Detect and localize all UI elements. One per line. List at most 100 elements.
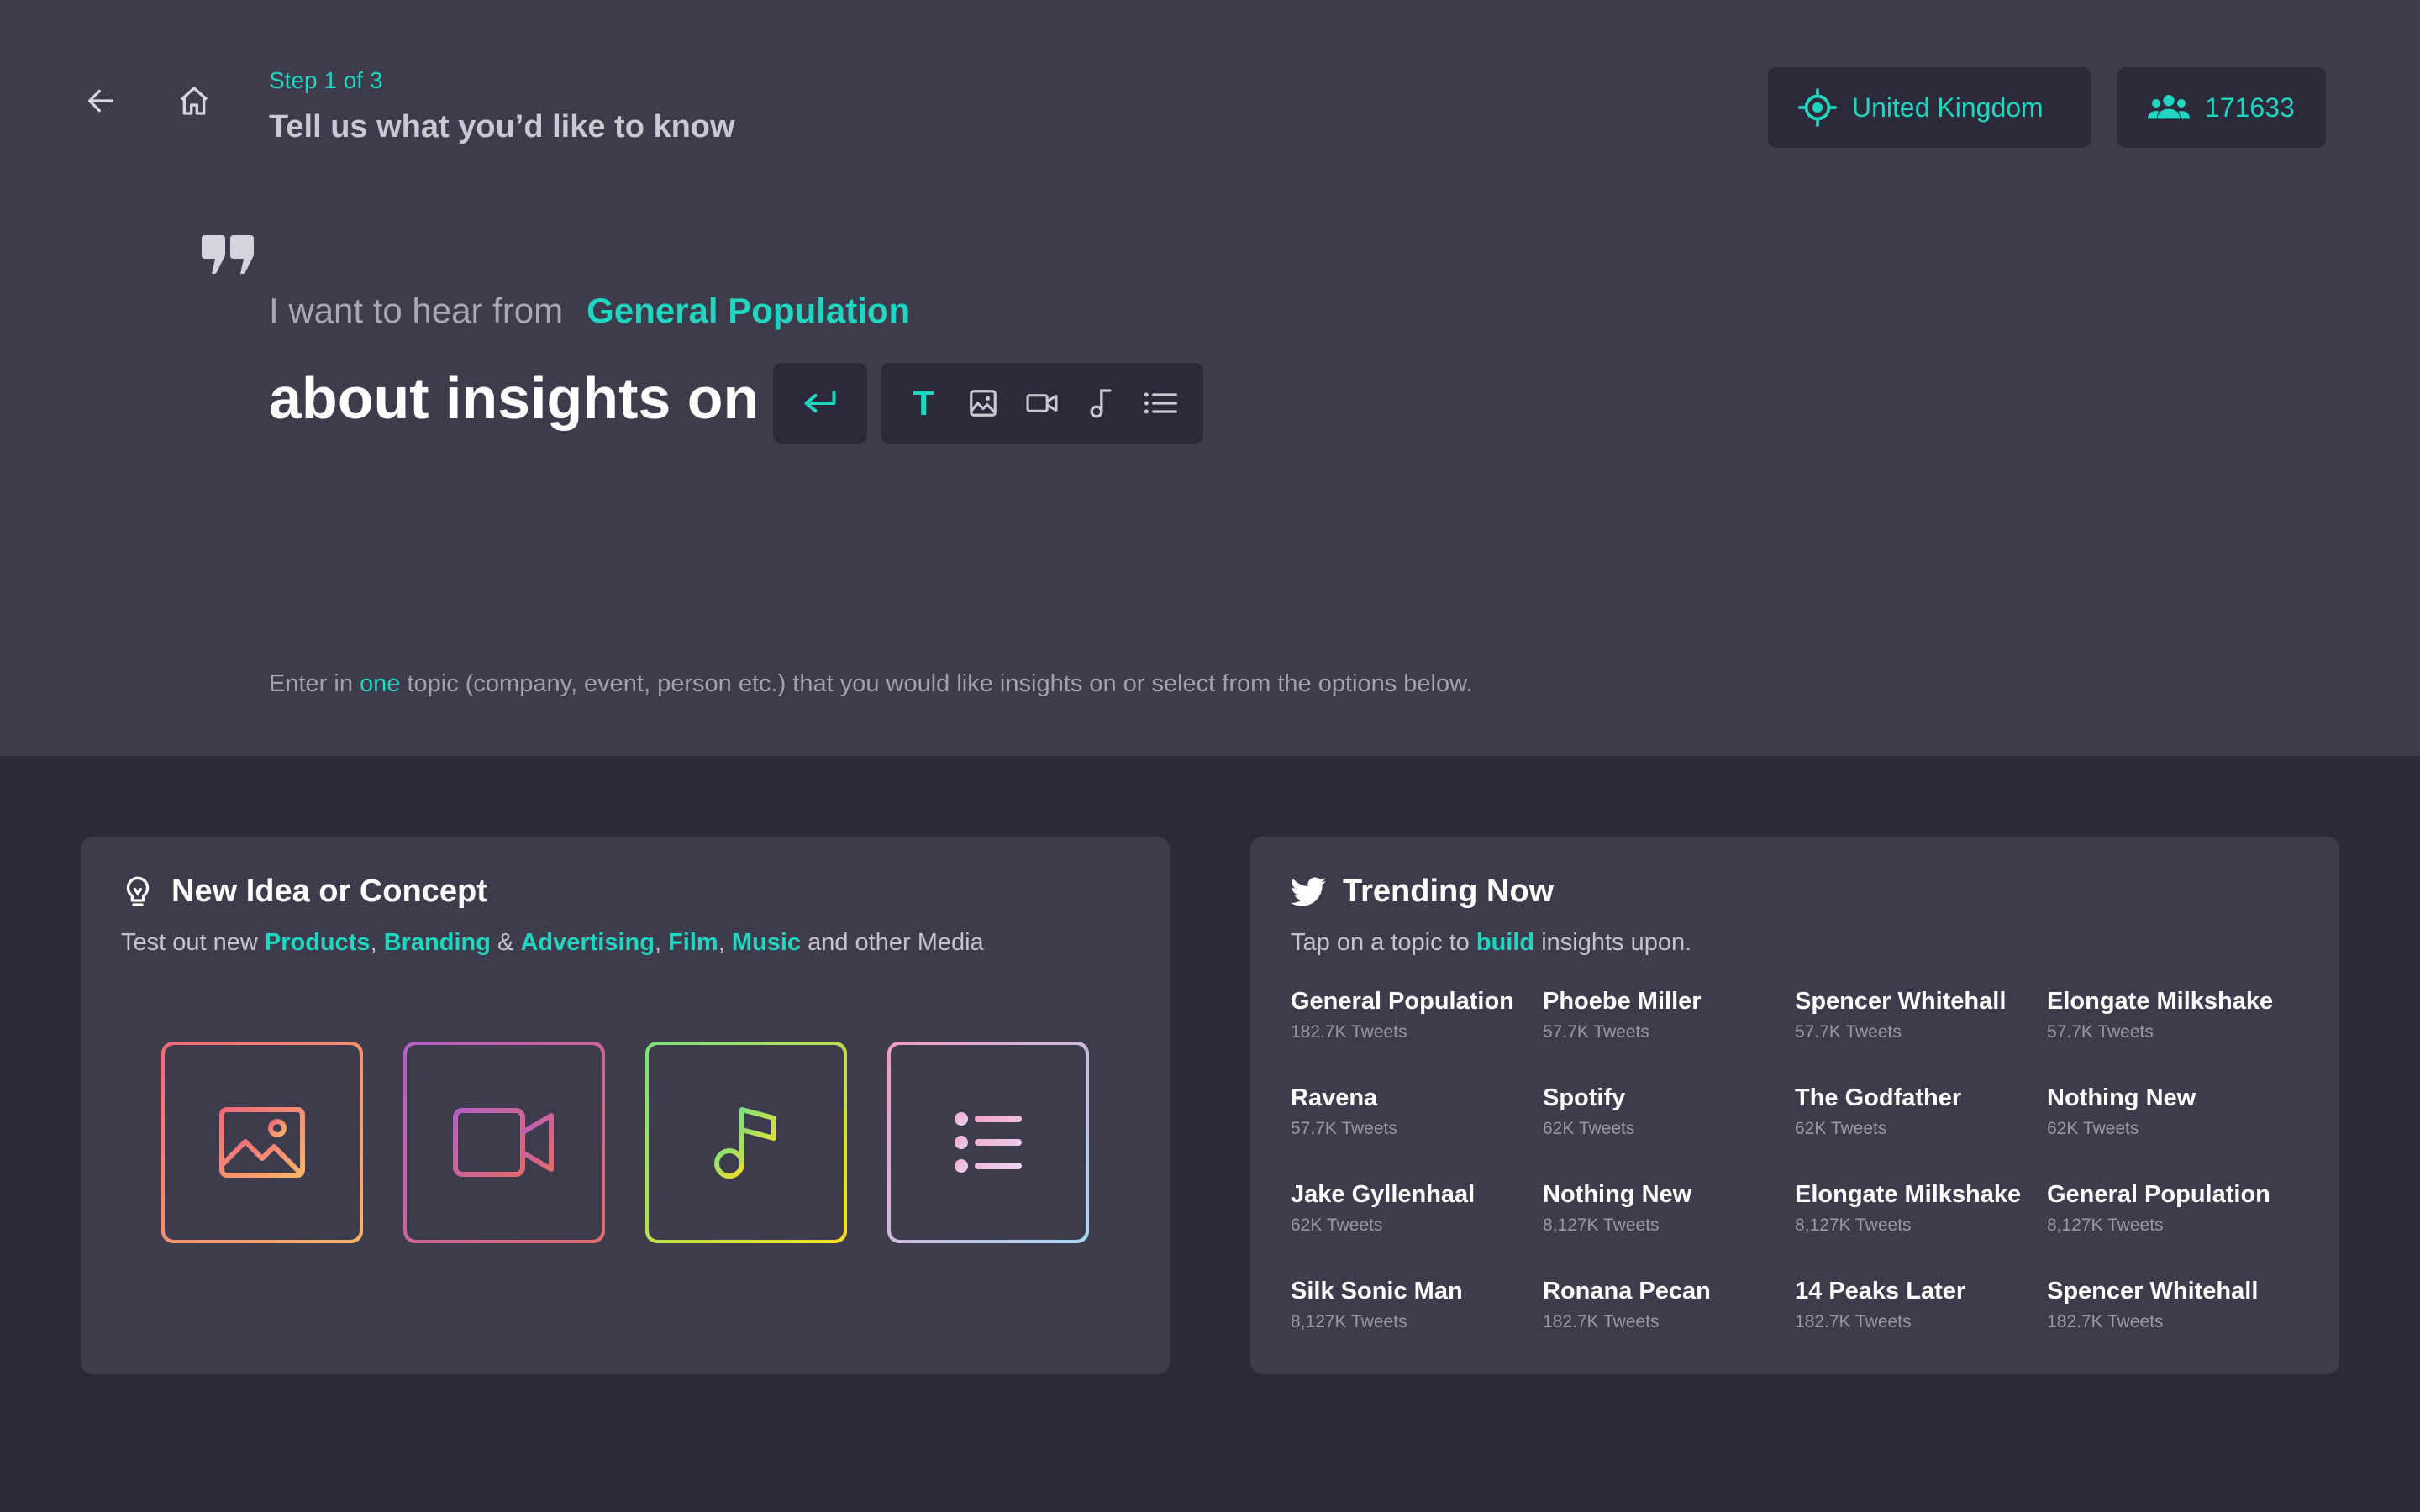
separator: , <box>370 929 384 956</box>
trending-topic-count: 62K Tweets <box>2047 1119 2139 1138</box>
music-tool-button[interactable] <box>1079 381 1123 425</box>
trending-title: Trending Now <box>1343 874 1555 909</box>
trending-topics-grid: General Population 182.7K Tweets Phoebe Mi… <box>1291 988 2316 1374</box>
home-button[interactable] <box>171 77 218 124</box>
list-icon <box>955 1112 1022 1173</box>
list-icon <box>1144 392 1177 414</box>
image-icon <box>969 390 997 417</box>
new-idea-subtitle: Test out new Products, Branding & Advert… <box>121 929 984 957</box>
topic-hint: Enter in one topic (company, event, pers… <box>269 670 1473 698</box>
trending-topic-name: Spotify <box>1543 1084 1626 1111</box>
back-button[interactable] <box>77 77 124 124</box>
trending-topic-name: 14 Peaks Later <box>1795 1278 1966 1305</box>
branding-link[interactable]: Branding <box>384 929 491 956</box>
quote-icon <box>202 235 254 274</box>
step-indicator: Step 1 of 3 <box>269 67 383 93</box>
trending-topic-name: Elongate Milkshake <box>1795 1181 2022 1208</box>
hint-text-rest: topic (company, event, person etc.) that… <box>400 670 1473 697</box>
trending-topic[interactable]: General Population 182.7K Tweets <box>1291 988 1543 1084</box>
trending-topic-count: 62K Tweets <box>1543 1119 1635 1138</box>
trending-topic-count: 8,127K Tweets <box>2047 1215 2164 1235</box>
hear-prefix: I want to hear from <box>269 291 564 330</box>
trending-topic-name: Ronana Pecan <box>1543 1278 1711 1305</box>
crosshair-icon <box>1798 88 1837 127</box>
trending-topic-name: Silk Sonic Man <box>1291 1278 1463 1305</box>
trending-topic-name: Jake Gyllenhaal <box>1291 1181 1476 1208</box>
trending-topic-name: The Godfather <box>1795 1084 1962 1111</box>
image-tool-button[interactable] <box>961 381 1005 425</box>
country-selector[interactable]: United Kingdom <box>1768 67 2091 148</box>
trending-topic-count: 182.7K Tweets <box>1291 1022 1407 1042</box>
trending-topic[interactable]: Spencer Whitehall 57.7K Tweets <box>1795 988 2047 1084</box>
trending-topic[interactable]: Elongate Milkshake 8,127K Tweets <box>1795 1181 2047 1278</box>
enter-button[interactable] <box>773 363 867 444</box>
audience-count-badge[interactable]: 171633 <box>2118 67 2326 148</box>
video-icon <box>1026 394 1058 412</box>
trending-topic-name: Ravena <box>1291 1084 1378 1111</box>
advertising-link[interactable]: Advertising <box>520 929 655 956</box>
hint-highlight: one <box>360 670 401 697</box>
subtitle-text: Tap on a topic to <box>1291 929 1476 956</box>
film-link[interactable]: Film <box>668 929 718 956</box>
trending-topic[interactable]: Jake Gyllenhaal 62K Tweets <box>1291 1181 1543 1278</box>
tile-inner <box>407 1045 602 1240</box>
trending-topic-count: 8,127K Tweets <box>1291 1312 1407 1331</box>
trending-header: Trending Now <box>1291 874 1554 910</box>
tile-inner <box>649 1045 844 1240</box>
trending-topic[interactable]: The Godfather 62K Tweets <box>1795 1084 2047 1181</box>
trending-topic[interactable]: Ravena 57.7K Tweets <box>1291 1084 1543 1181</box>
topic-prompt: about insights on <box>269 365 760 431</box>
trending-topic-count: 57.7K Tweets <box>1291 1119 1397 1138</box>
page-title: Tell us what you’d like to know <box>269 109 735 144</box>
music-media-tile[interactable] <box>645 1042 847 1243</box>
video-tool-button[interactable] <box>1020 381 1064 425</box>
enter-icon <box>804 391 836 413</box>
trending-topic-name: General Population <box>1291 988 1514 1015</box>
trending-topic-count: 57.7K Tweets <box>1543 1022 1649 1042</box>
trending-topic-count: 57.7K Tweets <box>2047 1022 2154 1042</box>
trending-topic[interactable]: Ronana Pecan 182.7K Tweets <box>1543 1278 1795 1374</box>
audience-sentence: I want to hear from General Population <box>269 291 910 331</box>
trending-topic[interactable]: Spencer Whitehall 182.7K Tweets <box>2047 1278 2299 1374</box>
subtitle-text-end: and other Media <box>801 929 984 956</box>
new-idea-title: New Idea or Concept <box>171 874 487 909</box>
build-link[interactable]: build <box>1476 929 1534 956</box>
trending-topic-name: Nothing New <box>2047 1084 2196 1111</box>
population-selector[interactable]: General Population <box>587 291 910 330</box>
list-media-tile[interactable] <box>887 1042 1089 1243</box>
input-type-toolbar: T <box>881 363 1203 444</box>
video-media-tile[interactable] <box>403 1042 605 1243</box>
hint-text: Enter in <box>269 670 360 697</box>
trending-topic-count: 182.7K Tweets <box>2047 1312 2164 1331</box>
trending-topic-count: 62K Tweets <box>1795 1119 1887 1138</box>
audience-count: 171633 <box>2205 92 2295 123</box>
home-icon <box>180 87 208 115</box>
trending-topic[interactable]: Nothing New 62K Tweets <box>2047 1084 2299 1181</box>
trending-topic-name: Spencer Whitehall <box>2047 1278 2259 1305</box>
trending-topic-count: 8,127K Tweets <box>1795 1215 1912 1235</box>
trending-topic[interactable]: Elongate Milkshake 57.7K Tweets <box>2047 988 2299 1084</box>
trending-topic[interactable]: Silk Sonic Man 8,127K Tweets <box>1291 1278 1543 1374</box>
products-link[interactable]: Products <box>265 929 371 956</box>
twitter-icon <box>1291 876 1326 906</box>
subtitle-text-end: insights upon. <box>1534 929 1692 956</box>
new-idea-header: New Idea or Concept <box>121 874 487 910</box>
trending-topic[interactable]: Phoebe Miller 57.7K Tweets <box>1543 988 1795 1084</box>
list-tool-button[interactable] <box>1139 381 1182 425</box>
trending-topic-name: Spencer Whitehall <box>1795 988 2007 1015</box>
country-label: United Kingdom <box>1852 92 2044 123</box>
separator: , <box>718 929 732 956</box>
trending-topic-name: Phoebe Miller <box>1543 988 1702 1015</box>
trending-topic[interactable]: Nothing New 8,127K Tweets <box>1543 1181 1795 1278</box>
image-media-tile[interactable] <box>161 1042 363 1243</box>
text-tool-button[interactable]: T <box>902 381 945 425</box>
trending-topic[interactable]: General Population 8,127K Tweets <box>2047 1181 2299 1278</box>
trending-card: Trending Now Tap on a topic to build ins… <box>1250 837 2339 1374</box>
trending-topic-count: 182.7K Tweets <box>1795 1312 1912 1331</box>
new-idea-card: New Idea or Concept Test out new Product… <box>81 837 1170 1374</box>
music-link[interactable]: Music <box>732 929 801 956</box>
trending-topic-count: 8,127K Tweets <box>1543 1215 1660 1235</box>
music-icon <box>714 1107 776 1179</box>
trending-topic[interactable]: Spotify 62K Tweets <box>1543 1084 1795 1181</box>
trending-topic[interactable]: 14 Peaks Later 182.7K Tweets <box>1795 1278 2047 1374</box>
